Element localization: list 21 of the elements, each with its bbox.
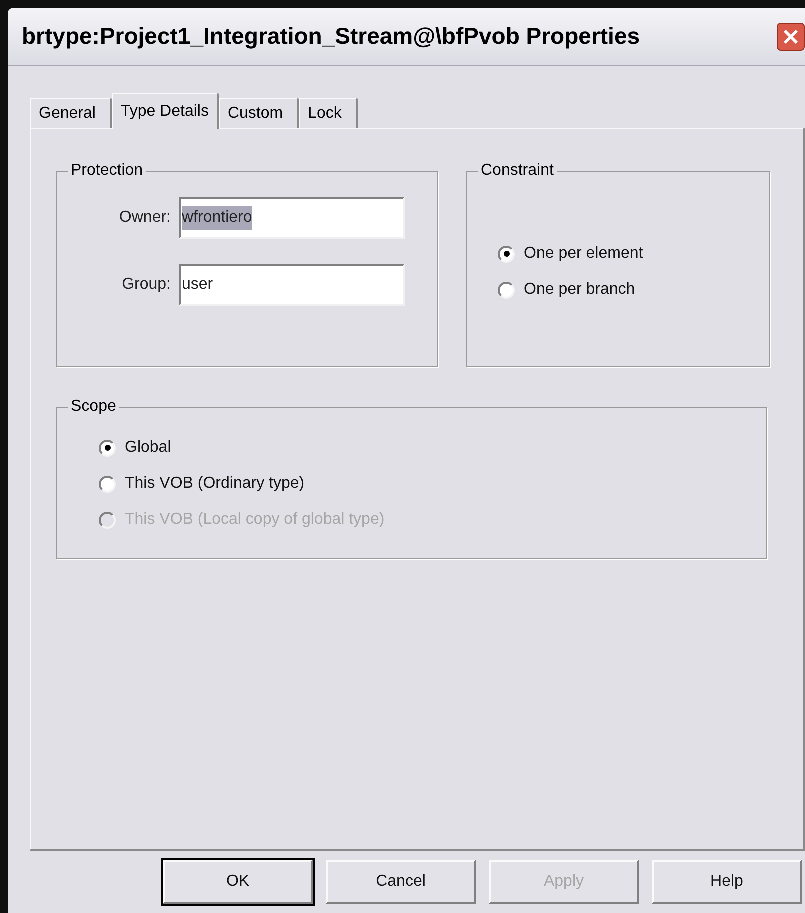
- field-label: Owner:: [118, 208, 171, 228]
- close-icon: [783, 28, 799, 44]
- radio-option[interactable]: Global: [99, 433, 172, 463]
- radio-option[interactable]: One per branch: [498, 275, 636, 305]
- text-field[interactable]: wfrontiero: [179, 197, 405, 239]
- radio-option[interactable]: This VOB (Ordinary type): [99, 469, 305, 499]
- dialog-button[interactable]: Help: [652, 860, 802, 904]
- tab[interactable]: General: [30, 98, 112, 128]
- text-field[interactable]: user: [179, 264, 405, 306]
- field-label: Group:: [121, 275, 171, 295]
- dialog-button[interactable]: OK: [163, 860, 313, 904]
- group-title: Constraint: [480, 161, 555, 181]
- tab[interactable]: Custom: [218, 98, 300, 128]
- tab[interactable]: Type Details: [112, 93, 219, 129]
- window-title: brtype:Project1_Integration_Stream@\bfPvob Properties: [22, 22, 640, 52]
- group-title: Protection: [70, 161, 144, 181]
- dialog-button[interactable]: Cancel: [326, 860, 476, 904]
- close-button[interactable]: [777, 22, 805, 50]
- tab[interactable]: Lock: [299, 98, 358, 128]
- group-title: Scope: [70, 397, 118, 417]
- radio-option[interactable]: One per element: [498, 239, 644, 269]
